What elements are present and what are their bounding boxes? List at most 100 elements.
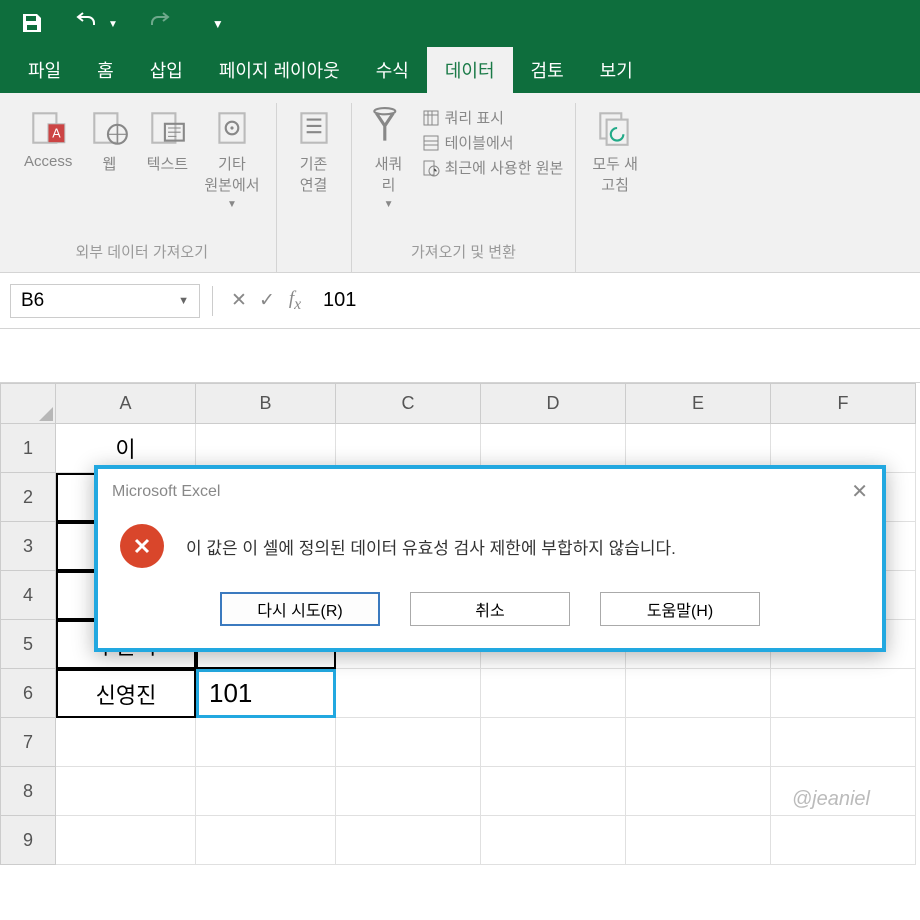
fx-button[interactable]: fx bbox=[281, 288, 309, 314]
group-label: 가져오기 및 변환 bbox=[411, 235, 516, 272]
sheet-row: 8 bbox=[0, 767, 920, 816]
group-label: 외부 데이터 가져오기 bbox=[76, 235, 209, 272]
col-header-d[interactable]: D bbox=[481, 383, 626, 424]
save-icon[interactable] bbox=[20, 11, 44, 38]
col-header-e[interactable]: E bbox=[626, 383, 771, 424]
chevron-down-icon[interactable]: ▼ bbox=[178, 295, 189, 307]
from-text-button[interactable]: 텍스트 bbox=[142, 103, 192, 178]
label: 최근에 사용한 원본 bbox=[445, 157, 564, 178]
spacer bbox=[0, 329, 920, 383]
col-header-a[interactable]: A bbox=[56, 383, 196, 424]
dialog-title-bar: Microsoft Excel ✕ bbox=[98, 469, 882, 514]
cell[interactable] bbox=[56, 816, 196, 865]
cell[interactable] bbox=[196, 767, 336, 816]
label: 기존 연결 bbox=[300, 153, 328, 195]
row-header[interactable]: 7 bbox=[0, 718, 56, 767]
ribbon-group-get-transform: 새쿼 리 ▼ 쿼리 표시 테이블에서 최근에 사용한 원본 가져오기 및 변환 bbox=[352, 103, 577, 272]
row-header[interactable]: 8 bbox=[0, 767, 56, 816]
tab-formula[interactable]: 수식 bbox=[358, 47, 427, 93]
label: 텍스트 bbox=[147, 153, 188, 174]
cell[interactable] bbox=[336, 816, 481, 865]
recent-sources-button[interactable]: 최근에 사용한 원본 bbox=[422, 157, 564, 178]
cell[interactable] bbox=[336, 669, 481, 718]
col-header-b[interactable]: B bbox=[196, 383, 336, 424]
undo-icon[interactable] bbox=[74, 11, 98, 38]
cell[interactable] bbox=[626, 816, 771, 865]
divider bbox=[212, 286, 213, 316]
cell[interactable] bbox=[626, 718, 771, 767]
formula-bar: B6 ▼ ✕ ✓ fx 101 bbox=[0, 273, 920, 329]
label: 쿼리 표시 bbox=[445, 107, 504, 128]
editing-cell[interactable]: 101 bbox=[196, 669, 336, 718]
undo-dropdown-icon[interactable]: ▼ bbox=[108, 19, 118, 30]
row-header[interactable]: 1 bbox=[0, 424, 56, 473]
from-access-button[interactable]: A Access bbox=[20, 103, 76, 174]
cell[interactable] bbox=[626, 669, 771, 718]
sheet-row: 6신영진101 bbox=[0, 669, 920, 718]
cell[interactable] bbox=[56, 718, 196, 767]
cell[interactable] bbox=[626, 767, 771, 816]
ribbon-tabs: 파일 홈 삽입 페이지 레이아웃 수식 데이터 검토 보기 bbox=[0, 48, 920, 93]
cell[interactable] bbox=[771, 718, 916, 767]
tab-review[interactable]: 검토 bbox=[513, 47, 582, 93]
tab-page-layout[interactable]: 페이지 레이아웃 bbox=[201, 47, 358, 93]
sheet-row: 7 bbox=[0, 718, 920, 767]
cell[interactable] bbox=[771, 816, 916, 865]
row-header[interactable]: 3 bbox=[0, 522, 56, 571]
name-box-value: B6 bbox=[21, 290, 44, 312]
column-headers-row: A B C D E F bbox=[0, 383, 920, 424]
watermark: @jeaniel bbox=[792, 788, 870, 811]
col-header-f[interactable]: F bbox=[771, 383, 916, 424]
cell[interactable] bbox=[196, 816, 336, 865]
cancel-formula-button[interactable]: ✕ bbox=[225, 289, 253, 312]
tab-insert[interactable]: 삽입 bbox=[132, 47, 201, 93]
sheet-row: 9 bbox=[0, 816, 920, 865]
error-icon bbox=[120, 524, 164, 568]
customize-qat-icon[interactable]: ▼ bbox=[212, 17, 224, 31]
retry-button[interactable]: 다시 시도(R) bbox=[220, 592, 380, 626]
dialog-title: Microsoft Excel bbox=[112, 483, 220, 501]
tab-file[interactable]: 파일 bbox=[10, 47, 79, 93]
cell[interactable] bbox=[481, 767, 626, 816]
tab-view[interactable]: 보기 bbox=[582, 47, 651, 93]
cell[interactable] bbox=[481, 718, 626, 767]
row-header[interactable]: 2 bbox=[0, 473, 56, 522]
svg-text:A: A bbox=[52, 126, 61, 140]
col-header-c[interactable]: C bbox=[336, 383, 481, 424]
from-web-button[interactable]: 웹 bbox=[84, 103, 134, 178]
row-header[interactable]: 4 bbox=[0, 571, 56, 620]
show-queries-button[interactable]: 쿼리 표시 bbox=[422, 107, 564, 128]
label: 모두 새 고침 bbox=[592, 153, 638, 195]
cell[interactable] bbox=[336, 718, 481, 767]
tab-data[interactable]: 데이터 bbox=[427, 47, 513, 93]
cell[interactable] bbox=[56, 767, 196, 816]
cell[interactable] bbox=[196, 718, 336, 767]
cell[interactable] bbox=[771, 669, 916, 718]
validation-error-dialog: Microsoft Excel ✕ 이 값은 이 셀에 정의된 데이터 유효성 … bbox=[94, 465, 886, 652]
row-header[interactable]: 6 bbox=[0, 669, 56, 718]
ribbon-group-refresh: 모두 새 고침 bbox=[576, 103, 654, 272]
close-button[interactable]: ✕ bbox=[851, 479, 868, 504]
row-header[interactable]: 5 bbox=[0, 620, 56, 669]
tab-home[interactable]: 홈 bbox=[79, 47, 132, 93]
ribbon-group-existing: 기존 연결 bbox=[277, 103, 352, 272]
label: 기타 원본에서 bbox=[204, 153, 259, 195]
refresh-all-button[interactable]: 모두 새 고침 bbox=[588, 103, 642, 199]
formula-input[interactable]: 101 bbox=[309, 289, 920, 312]
cancel-button[interactable]: 취소 bbox=[410, 592, 570, 626]
name-box[interactable]: B6 ▼ bbox=[10, 284, 200, 318]
new-query-button[interactable]: 새쿼 리 ▼ bbox=[364, 103, 414, 214]
from-table-button[interactable]: 테이블에서 bbox=[422, 132, 564, 153]
cell[interactable] bbox=[336, 767, 481, 816]
select-all-corner[interactable] bbox=[0, 383, 56, 424]
from-other-button[interactable]: 기타 원본에서 ▼ bbox=[200, 103, 263, 214]
row-header[interactable]: 9 bbox=[0, 816, 56, 865]
quick-access-toolbar: ▼ ▼ bbox=[0, 0, 920, 48]
cell[interactable]: 신영진 bbox=[56, 669, 196, 718]
cell[interactable] bbox=[481, 669, 626, 718]
cell[interactable] bbox=[481, 816, 626, 865]
dialog-message: 이 값은 이 셀에 정의된 데이터 유효성 검사 제한에 부합하지 않습니다. bbox=[186, 534, 676, 559]
existing-connections-button[interactable]: 기존 연결 bbox=[289, 103, 339, 199]
enter-formula-button[interactable]: ✓ bbox=[253, 289, 281, 312]
help-button[interactable]: 도움말(H) bbox=[600, 592, 760, 626]
